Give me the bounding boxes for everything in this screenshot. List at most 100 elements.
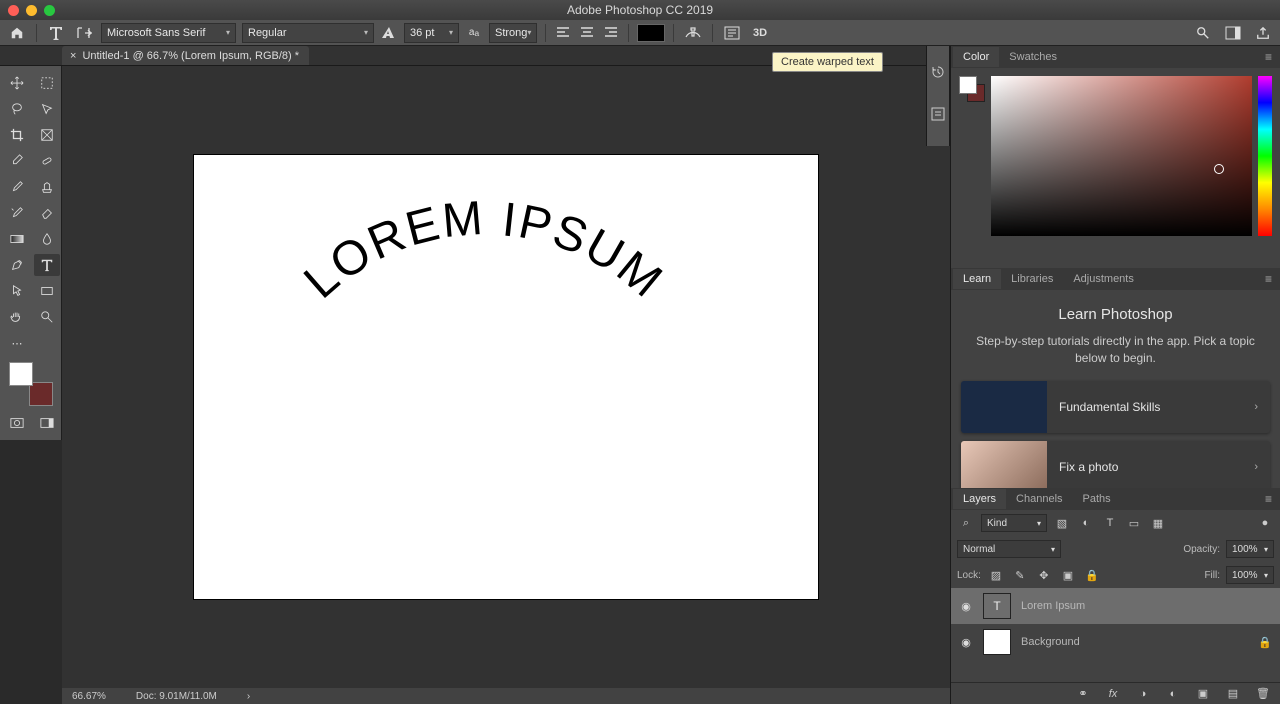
lock-transparency-icon[interactable]: ▨ [987, 567, 1005, 583]
layer-filter-kind[interactable]: Kind▾ [981, 514, 1047, 532]
eraser-tool[interactable] [34, 202, 60, 224]
filter-pixel-icon[interactable]: ▧ [1053, 515, 1071, 531]
crop-tool[interactable] [4, 124, 30, 146]
antialias-select[interactable]: Strong▾ [489, 23, 537, 43]
learn-card-fix-photo[interactable]: Fix a photo › [961, 441, 1270, 488]
link-layers-icon[interactable]: ⚭ [1074, 686, 1092, 702]
lock-position-icon[interactable]: ✥ [1035, 567, 1053, 583]
tab-paths[interactable]: Paths [1073, 489, 1121, 509]
layer-row[interactable]: ◉ Background 🔒 [951, 624, 1280, 660]
panel-menu-icon[interactable]: ≡ [1259, 50, 1278, 64]
eyedropper-tool[interactable] [4, 150, 30, 172]
home-icon[interactable] [6, 23, 28, 43]
color-spectrum[interactable] [991, 76, 1252, 236]
opacity-value[interactable]: 100%▾ [1226, 540, 1274, 558]
tab-channels[interactable]: Channels [1006, 489, 1072, 509]
color-swatches[interactable] [9, 362, 53, 406]
pen-tool[interactable] [4, 254, 30, 276]
3d-icon[interactable]: 3D [749, 23, 771, 43]
warped-text[interactable]: LOREM IPSUM [294, 192, 673, 309]
delete-layer-icon[interactable]: 🗑 [1254, 686, 1272, 702]
marquee-tool[interactable] [34, 72, 60, 94]
screen-mode-icon[interactable] [1222, 23, 1244, 43]
layer-name[interactable]: Lorem Ipsum [1021, 600, 1085, 612]
layer-mask-icon[interactable]: ◑ [1134, 686, 1152, 702]
text-orientation-icon[interactable] [73, 23, 95, 43]
fg-mini-swatch[interactable] [959, 76, 977, 94]
visibility-icon[interactable]: ◉ [959, 636, 973, 649]
group-icon[interactable]: ▣ [1194, 686, 1212, 702]
tab-swatches[interactable]: Swatches [999, 47, 1067, 67]
tab-learn[interactable]: Learn [953, 269, 1001, 289]
lasso-tool[interactable] [4, 98, 30, 120]
status-chevron-icon[interactable]: › [247, 691, 250, 702]
lock-artboard-icon[interactable]: ▣ [1059, 567, 1077, 583]
character-panel-icon[interactable] [721, 23, 743, 43]
blend-mode-select[interactable]: Normal▾ [957, 540, 1061, 558]
quick-select-tool[interactable] [34, 98, 60, 120]
blur-tool[interactable] [34, 228, 60, 250]
properties-panel-icon[interactable] [930, 106, 946, 122]
hand-tool[interactable] [4, 306, 30, 328]
screen-mode-tool-icon[interactable] [34, 412, 60, 434]
tab-libraries[interactable]: Libraries [1001, 269, 1063, 289]
layer-thumb-text[interactable] [983, 593, 1011, 619]
tab-adjustments[interactable]: Adjustments [1063, 269, 1144, 289]
lock-icon[interactable]: 🔒 [1258, 636, 1272, 649]
adjustment-layer-icon[interactable]: ◐ [1164, 686, 1182, 702]
layer-name[interactable]: Background [1021, 636, 1080, 648]
share-icon[interactable] [1252, 23, 1274, 43]
quick-mask-icon[interactable] [4, 412, 30, 434]
text-color-swatch[interactable] [637, 24, 665, 42]
search-icon[interactable] [1192, 23, 1214, 43]
tab-layers[interactable]: Layers [953, 489, 1006, 509]
move-tool[interactable] [4, 72, 30, 94]
document-tab[interactable]: × Untitled-1 @ 66.7% (Lorem Ipsum, RGB/8… [62, 46, 309, 65]
search-icon[interactable]: ⌕ [957, 515, 975, 531]
font-family-select[interactable]: Microsoft Sans Serif▾ [101, 23, 236, 43]
layer-row[interactable]: ◉ Lorem Ipsum [951, 588, 1280, 624]
brush-tool[interactable] [4, 176, 30, 198]
document-canvas[interactable]: LOREM IPSUM [194, 155, 818, 599]
text-tool-icon[interactable] [45, 23, 67, 43]
close-tab-icon[interactable]: × [70, 50, 76, 62]
lock-all-icon[interactable]: 🔒 [1083, 567, 1101, 583]
gradient-tool[interactable] [4, 228, 30, 250]
healing-tool[interactable] [34, 150, 60, 172]
font-size-select[interactable]: 36 pt▾ [404, 23, 459, 43]
new-layer-icon[interactable]: ▤ [1224, 686, 1242, 702]
filter-type-icon[interactable]: T [1101, 515, 1119, 531]
panel-menu-icon[interactable]: ≡ [1259, 272, 1278, 286]
filter-shape-icon[interactable]: ▭ [1125, 515, 1143, 531]
hue-slider[interactable] [1258, 76, 1272, 236]
learn-card-fundamental[interactable]: Fundamental Skills › [961, 381, 1270, 433]
align-left-icon[interactable] [554, 25, 572, 41]
panel-menu-icon[interactable]: ≡ [1259, 492, 1278, 506]
warp-text-icon[interactable] [682, 23, 704, 43]
rectangle-tool[interactable] [34, 280, 60, 302]
align-center-icon[interactable] [578, 25, 596, 41]
clone-stamp-tool[interactable] [34, 176, 60, 198]
spectrum-cursor[interactable] [1214, 164, 1224, 174]
font-style-select[interactable]: Regular▾ [242, 23, 374, 43]
frame-tool[interactable] [34, 124, 60, 146]
foreground-color-swatch[interactable] [9, 362, 33, 386]
visibility-icon[interactable]: ◉ [959, 600, 973, 613]
fill-value[interactable]: 100%▾ [1226, 566, 1274, 584]
history-panel-icon[interactable] [930, 64, 946, 80]
filter-adjust-icon[interactable]: ◐ [1077, 515, 1095, 531]
canvas-area[interactable]: LOREM IPSUM [62, 66, 950, 688]
zoom-level[interactable]: 66.67% [72, 691, 106, 702]
layer-thumb[interactable] [983, 629, 1011, 655]
zoom-tool[interactable] [34, 306, 60, 328]
history-brush-tool[interactable] [4, 202, 30, 224]
type-tool[interactable] [34, 254, 60, 276]
edit-toolbar-icon[interactable]: ⋯ [4, 332, 30, 354]
align-right-icon[interactable] [602, 25, 620, 41]
filter-toggle-icon[interactable]: ● [1256, 515, 1274, 531]
lock-pixels-icon[interactable]: ✎ [1011, 567, 1029, 583]
path-select-tool[interactable] [4, 280, 30, 302]
layer-fx-icon[interactable]: fx [1104, 686, 1122, 702]
tab-color[interactable]: Color [953, 47, 999, 67]
filter-smart-icon[interactable]: ▦ [1149, 515, 1167, 531]
